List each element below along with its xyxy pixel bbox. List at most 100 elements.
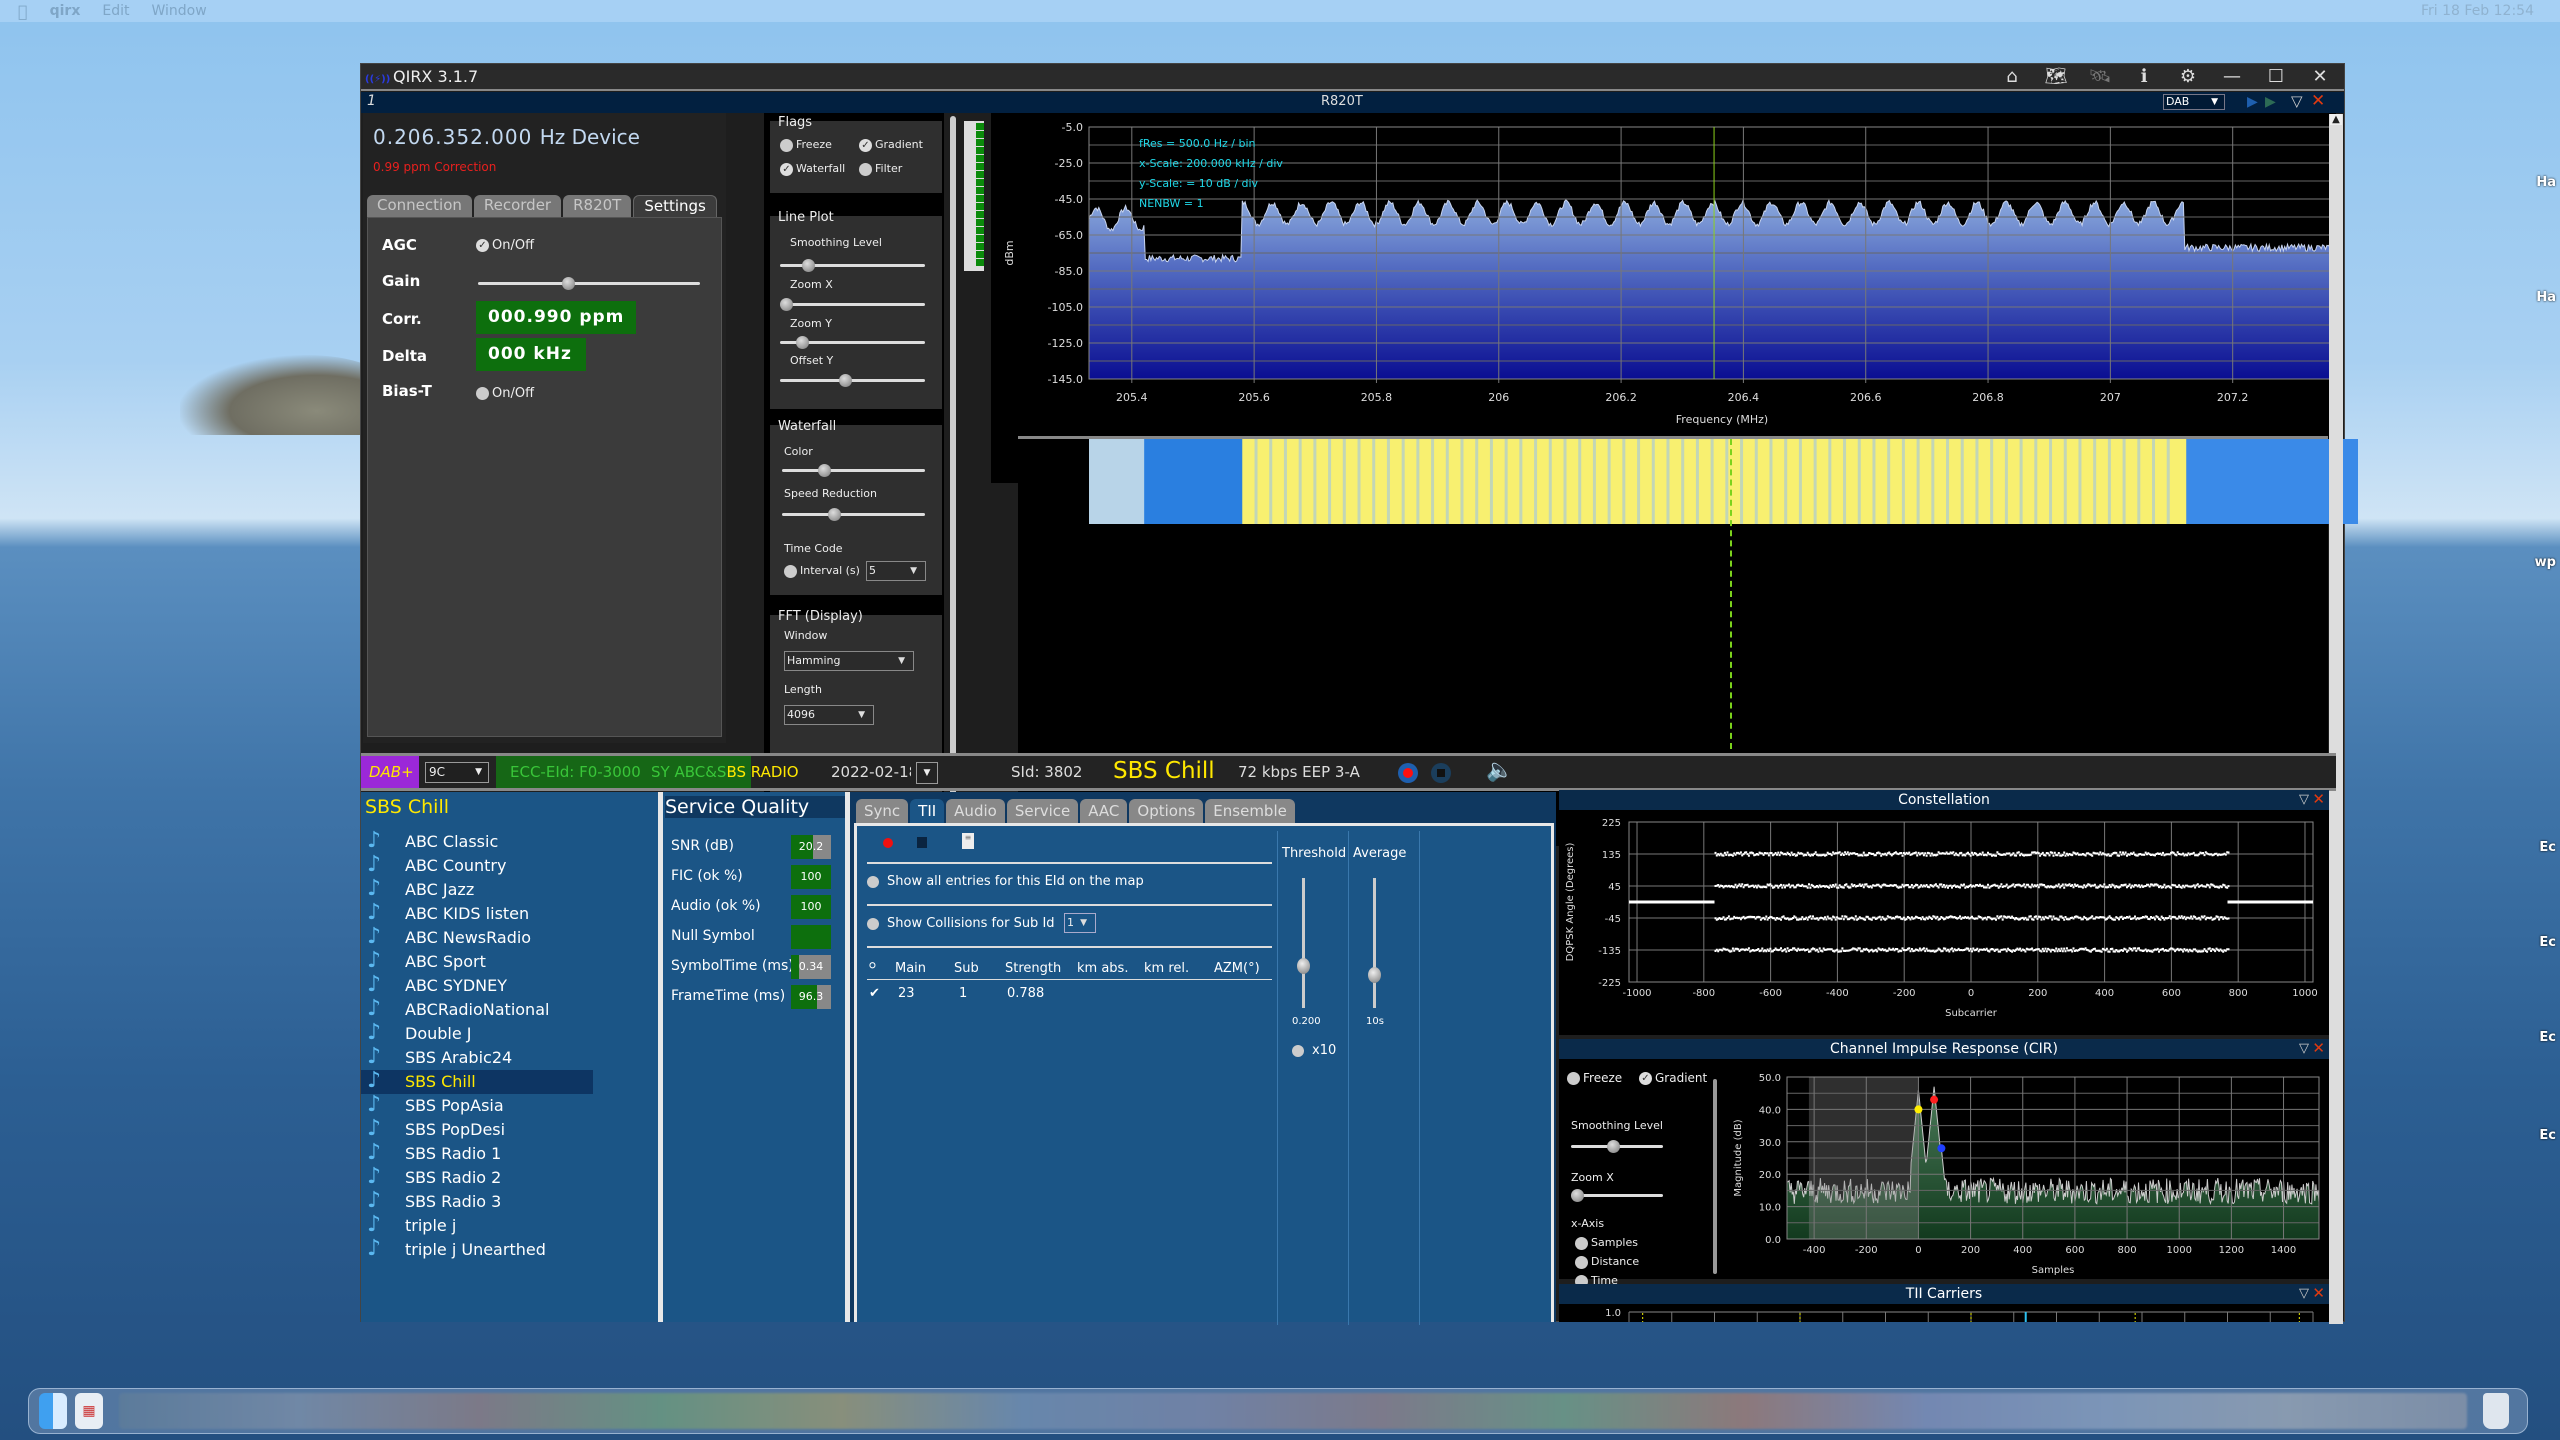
spectrum-plot[interactable]: -5.0 -25.0 -45.0 -65.0 -85.0 -105.0 -125.0 -145…	[991, 113, 2336, 483]
slider-handle[interactable]	[1606, 1140, 1620, 1153]
panel-close-icon[interactable]: ✕	[2312, 1038, 2325, 1058]
tab-r820t[interactable]: R820T	[563, 195, 632, 217]
menu-app[interactable]: qirx	[50, 3, 81, 19]
sub-id-select[interactable]: 1	[1064, 913, 1096, 933]
desktop-file-label[interactable]: Ha	[2536, 175, 2556, 190]
x-axis-distance[interactable]: Distance	[1575, 1255, 1639, 1269]
tab-tii[interactable]: TII	[910, 799, 945, 823]
tab-sync[interactable]: Sync	[856, 799, 909, 823]
service-list-item[interactable]: triple j	[361, 1213, 593, 1238]
date-dropdown[interactable]: ▼	[916, 762, 938, 784]
color-slider[interactable]	[782, 464, 925, 477]
slider-handle[interactable]	[818, 464, 832, 477]
service-list-item[interactable]: Double J	[361, 1021, 593, 1046]
settings-gear-icon[interactable]: ⚙	[2172, 66, 2204, 88]
service-list-item[interactable]: SBS Radio 1	[361, 1141, 593, 1166]
undock-icon[interactable]: ▽	[2299, 1284, 2309, 1304]
controls-splitter[interactable]	[950, 116, 956, 798]
play-icon[interactable]: ▶	[2247, 94, 2258, 110]
menu-edit[interactable]: Edit	[102, 3, 129, 19]
select-all-icon[interactable]: ⚪	[867, 959, 878, 974]
tab-connection[interactable]: Connection	[367, 195, 472, 217]
service-list-item[interactable]: ABC Country	[361, 853, 593, 878]
stop-square-icon[interactable]	[917, 837, 927, 848]
service-list-item[interactable]: ABC NewsRadio	[361, 925, 593, 950]
flag-gradient[interactable]: Gradient	[859, 138, 923, 152]
menubar-clock[interactable]: Fri 18 Feb 12:54	[2421, 3, 2534, 19]
corr-input[interactable]: 000.990 ppm	[476, 301, 636, 334]
tab-audio[interactable]: Audio	[946, 799, 1005, 823]
slider-handle[interactable]	[839, 374, 853, 387]
average-slider[interactable]	[1368, 878, 1381, 1008]
undock-icon[interactable]: ▽	[2299, 790, 2309, 810]
tab-options[interactable]: Options	[1129, 799, 1204, 823]
flag-freeze[interactable]: Freeze	[780, 138, 832, 152]
speed-reduction-slider[interactable]	[782, 508, 925, 521]
show-collisions-option[interactable]: Show Collisions for Sub Id	[867, 916, 1055, 931]
frequency-display[interactable]: 0.206.352.000 Hz Device	[373, 125, 640, 149]
info-icon[interactable]: ℹ	[2128, 66, 2160, 88]
service-list-item[interactable]: ABC Jazz	[361, 877, 593, 902]
col-km-abs[interactable]: km abs.	[1077, 961, 1128, 976]
col-sub[interactable]: Sub	[954, 961, 979, 976]
play-next-icon[interactable]: ▶	[2265, 94, 2276, 110]
offset-y-slider[interactable]	[780, 374, 925, 387]
map-icon[interactable]: 🗺	[2040, 66, 2072, 88]
panel-close-icon[interactable]: ✕	[2312, 1283, 2325, 1303]
zoom-y-slider[interactable]	[780, 336, 925, 349]
desktop-file-label[interactable]: Ec	[2539, 840, 2556, 855]
satellite-icon[interactable]: 🛰	[2084, 66, 2116, 88]
service-list-item[interactable]: ABC Classic	[361, 829, 593, 854]
desktop-file-label[interactable]: Ec	[2539, 1128, 2556, 1143]
smoothing-slider[interactable]	[780, 259, 925, 272]
cir-freeze[interactable]: Freeze	[1567, 1071, 1622, 1085]
service-list-item[interactable]: ABC SYDNEY	[361, 973, 593, 998]
tab-settings[interactable]: Settings	[633, 195, 717, 217]
launchpad-icon[interactable]: ▦	[75, 1393, 103, 1429]
slider-handle[interactable]	[795, 336, 809, 349]
tii-cell-checked[interactable]: ✔	[869, 986, 880, 1001]
cir-zoom-slider[interactable]	[1571, 1189, 1663, 1202]
service-list-item[interactable]: triple j Unearthed	[361, 1237, 593, 1262]
panel-close-icon[interactable]: ✕	[2312, 789, 2325, 809]
fft-length-select[interactable]: 4096	[784, 705, 874, 725]
trash-icon[interactable]	[2483, 1393, 2509, 1429]
threshold-slider[interactable]	[1297, 878, 1310, 1008]
tab-aac[interactable]: AAC	[1080, 799, 1128, 823]
fft-window-select[interactable]: Hamming	[784, 651, 914, 671]
service-list-item[interactable]: ABCRadioNational	[361, 997, 593, 1022]
agc-toggle[interactable]: On/Off	[476, 238, 534, 253]
speaker-icon[interactable]: 🔈	[1486, 758, 1513, 783]
maximize-icon[interactable]: ☐	[2260, 66, 2292, 88]
window-scrollbar[interactable]	[2329, 114, 2343, 1324]
splitter[interactable]	[1713, 1079, 1717, 1274]
title-bar[interactable]: QIRX 3.1.7 ⌂ 🗺 🛰 ℹ ⚙ — ☐ ✕	[361, 64, 2344, 91]
cir-gradient[interactable]: Gradient	[1639, 1071, 1707, 1085]
home-icon[interactable]: ⌂	[1996, 66, 2028, 88]
zoom-x-slider[interactable]	[780, 298, 925, 311]
interval-radio[interactable]: Interval (s)	[784, 564, 860, 578]
stop-button[interactable]	[1431, 763, 1451, 783]
undock-icon[interactable]: ▽	[2291, 92, 2303, 110]
tab-service[interactable]: Service	[1006, 799, 1079, 823]
biast-toggle[interactable]: On/Off	[476, 386, 534, 401]
show-all-entries-option[interactable]: Show all entries for this EId on the map	[867, 874, 1144, 889]
flag-waterfall[interactable]: Waterfall	[780, 162, 845, 176]
minimize-icon[interactable]: —	[2216, 66, 2248, 88]
slider-handle[interactable]	[1571, 1189, 1584, 1202]
slider-handle[interactable]	[561, 277, 575, 290]
flag-filter[interactable]: Filter	[859, 162, 902, 176]
desktop-file-label[interactable]: wp	[2535, 555, 2556, 570]
dock-app-icons[interactable]	[119, 1393, 2467, 1429]
record-button[interactable]	[1398, 763, 1418, 783]
mode-select[interactable]: DAB	[2163, 94, 2225, 110]
delta-input[interactable]: 000 kHz	[476, 338, 586, 371]
col-strength[interactable]: Strength	[1005, 961, 1061, 976]
undock-icon[interactable]: ▽	[2299, 1039, 2309, 1059]
slider-handle[interactable]	[1297, 957, 1310, 974]
cir-smoothing-slider[interactable]	[1571, 1140, 1663, 1153]
service-list-item[interactable]: ABC Sport	[361, 949, 593, 974]
col-azm[interactable]: AZM(°)	[1214, 961, 1260, 976]
service-list-item[interactable]: SBS Radio 3	[361, 1189, 593, 1214]
service-list-item[interactable]: SBS PopAsia	[361, 1093, 593, 1118]
